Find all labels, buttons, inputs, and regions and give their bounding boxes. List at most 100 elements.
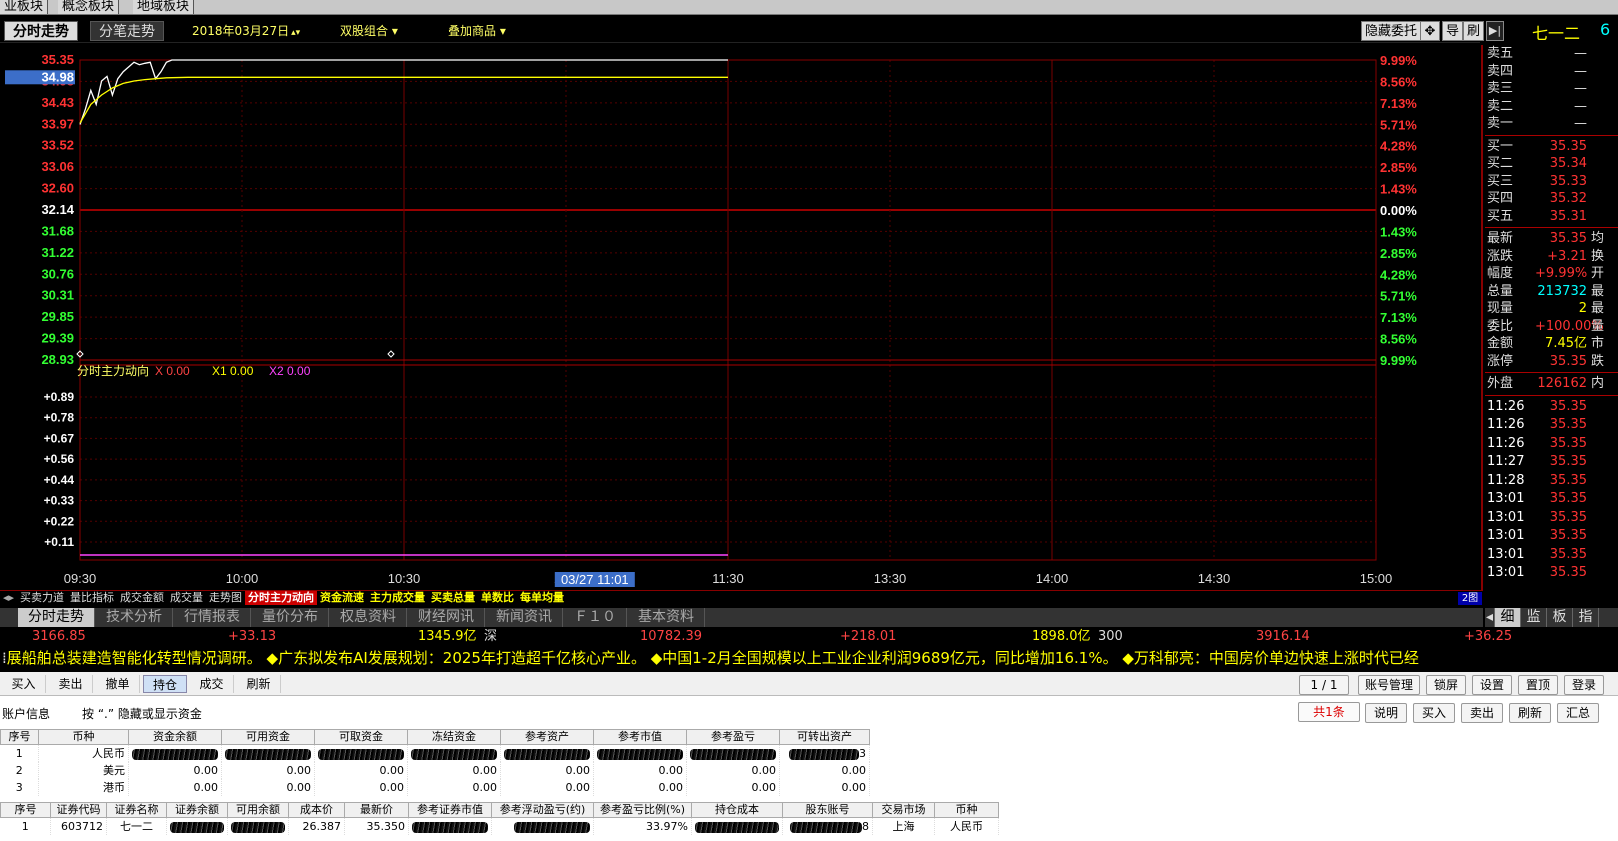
account-action-button[interactable]: 汇总 bbox=[1557, 703, 1599, 723]
ask-level-label: 卖五 bbox=[1487, 46, 1514, 61]
fund-column-header[interactable]: 参考市值 bbox=[593, 729, 687, 745]
bottom-tab[interactable]: 分时走势 bbox=[18, 608, 95, 627]
tick-price: 35.35 bbox=[1549, 528, 1587, 543]
fund-column-header[interactable]: 资金余额 bbox=[128, 729, 222, 745]
page-count-badge[interactable]: 2图 bbox=[1458, 592, 1482, 605]
bottom-tab[interactable]: 财经网讯 bbox=[408, 608, 485, 627]
bottom-tab[interactable]: 量价分布 bbox=[252, 608, 329, 627]
hold-column-header[interactable]: 币种 bbox=[934, 802, 999, 818]
move-icon[interactable]: ✥ bbox=[1420, 21, 1440, 41]
hold-column-header[interactable]: 参考浮动盈亏(约) bbox=[491, 802, 594, 818]
hold-column-header[interactable]: 最新价 bbox=[344, 802, 409, 818]
hold-column-header[interactable]: 证券名称 bbox=[106, 802, 167, 818]
refresh-button[interactable]: 刷 bbox=[1463, 21, 1485, 41]
price-tick-label: 32.14 bbox=[41, 202, 74, 217]
fund-row[interactable]: 1 人民币 3 bbox=[0, 744, 870, 762]
bottom-tab[interactable]: 技术分析 bbox=[96, 608, 173, 627]
pct-tick-label: 0.00% bbox=[1380, 203, 1417, 218]
indicator-tab[interactable]: 每单均量 bbox=[517, 591, 567, 605]
right-tab[interactable]: 细 bbox=[1495, 608, 1521, 627]
account-action-button[interactable]: 刷新 bbox=[1509, 703, 1551, 723]
industry-board-tab[interactable]: 业板块 bbox=[0, 0, 49, 14]
concept-board-tab[interactable]: 概念板块 bbox=[58, 0, 120, 14]
hold-column-header[interactable]: 持仓成本 bbox=[691, 802, 783, 818]
fund-column-header[interactable]: 币种 bbox=[38, 729, 129, 745]
top-right-button[interactable]: 设置 bbox=[1472, 675, 1512, 695]
top-right-button[interactable]: 锁屏 bbox=[1426, 675, 1466, 695]
hide-orders-button[interactable]: 隐藏委托 bbox=[1361, 21, 1422, 41]
pct-tick-label: 4.28% bbox=[1380, 139, 1417, 154]
fund-column-header[interactable]: 可取资金 bbox=[314, 729, 408, 745]
indicator-tab[interactable]: 分时主力动向 bbox=[245, 591, 318, 605]
fund-column-header[interactable]: 可转出资产 bbox=[779, 729, 870, 745]
hold-column-header[interactable]: 证券代码 bbox=[50, 802, 107, 818]
bottom-tab[interactable]: 新闻资讯 bbox=[486, 608, 563, 627]
dual-stock-dropdown[interactable]: 双股组合 ▾ bbox=[340, 22, 398, 40]
top-right-button[interactable]: 账号管理 bbox=[1358, 675, 1420, 695]
fund-row[interactable]: 3 港币 0.00 0.00 0.00 0.00 0.00 0.00 0.00 0.00 bbox=[0, 779, 870, 796]
trade-button[interactable]: 成交 bbox=[190, 675, 234, 693]
trade-button[interactable]: 撤单 bbox=[96, 675, 140, 693]
indicator-tick-label: +0.44 bbox=[44, 473, 75, 487]
indicator-tab[interactable]: 走势图 bbox=[206, 591, 245, 605]
hold-column-header[interactable]: 可用余额 bbox=[227, 802, 289, 818]
indicator-tab[interactable]: 买卖力道 bbox=[17, 591, 67, 605]
fund-column-header[interactable]: 可用资金 bbox=[221, 729, 315, 745]
top-right-button[interactable]: 登录 bbox=[1564, 675, 1604, 695]
bottom-tab[interactable]: 权息资料 bbox=[330, 608, 407, 627]
bottom-tab[interactable]: Ｆ１０ bbox=[564, 608, 627, 627]
fund-cell: 0.00 bbox=[221, 779, 315, 796]
fund-column-header[interactable]: 参考资产 bbox=[500, 729, 594, 745]
hold-column-header[interactable]: 成本价 bbox=[288, 802, 345, 818]
hold-row[interactable]: 1 603712 七一二 26.387 35.350 33.97% 8 上海 人民币 bbox=[0, 817, 999, 835]
indicator-tab[interactable]: 成交量 bbox=[167, 591, 206, 605]
indicator-tab[interactable]: 量比指标 bbox=[67, 591, 117, 605]
account-action-button[interactable]: 说明 bbox=[1365, 703, 1407, 723]
indicator-tabs-handle: ◂▸ bbox=[3, 591, 15, 604]
indicator-tab[interactable]: 买卖总量 bbox=[428, 591, 478, 605]
quote-stat: 幅度 +9.99% 开 bbox=[1485, 265, 1618, 282]
intraday-chart[interactable]: 35.35 9.99% 34.98 8.56% 34.43 7.13% 33.97 5.71%… bbox=[0, 45, 1483, 590]
bottom-tab[interactable]: 行情报表 bbox=[174, 608, 251, 627]
export-button[interactable]: 导 bbox=[1442, 21, 1464, 41]
ask-level: 卖五 — bbox=[1485, 45, 1618, 62]
right-tab[interactable]: 监 bbox=[1521, 608, 1547, 627]
right-tab[interactable]: 指 bbox=[1573, 608, 1599, 627]
pct-tick-label: 5.71% bbox=[1380, 289, 1417, 304]
overlay-dropdown[interactable]: 叠加商品 ▾ bbox=[448, 22, 506, 40]
news-ticker[interactable]: ⁞展船舶总装建造智能化转型情况调研。 ◆广东拟发布AI发展规划：2025年打造超… bbox=[0, 648, 1618, 669]
hold-column-header[interactable]: 参考盈亏比例(%) bbox=[593, 802, 692, 818]
tab-intraday[interactable]: 分时走势 bbox=[4, 21, 78, 41]
indicator-tick-label: +0.56 bbox=[44, 452, 75, 466]
hold-column-header[interactable]: 股东账号 bbox=[782, 802, 873, 818]
trade-button[interactable]: 卖出 bbox=[49, 675, 93, 693]
account-action-button[interactable]: 卖出 bbox=[1461, 703, 1503, 723]
indicator-tab[interactable]: 单数比 bbox=[478, 591, 517, 605]
indicator-tab[interactable]: 成交金额 bbox=[117, 591, 167, 605]
fund-cell: 0.00 bbox=[779, 779, 870, 796]
hold-column-header[interactable]: 参考证券市值 bbox=[408, 802, 492, 818]
account-action-button[interactable]: 买入 bbox=[1413, 703, 1455, 723]
quote-stat-label: 委比 bbox=[1487, 318, 1514, 334]
fund-column-header[interactable]: 序号 bbox=[0, 729, 39, 745]
fund-column-header[interactable]: 冻结资金 bbox=[407, 729, 501, 745]
ask-level: 卖二 — bbox=[1485, 98, 1618, 115]
hold-column-header[interactable]: 交易市场 bbox=[872, 802, 935, 818]
region-board-tab[interactable]: 地域板块 bbox=[133, 0, 195, 14]
date-selector[interactable]: 2018年03月27日 ▴▾ bbox=[192, 22, 300, 42]
indicator-tab[interactable]: 资金流速 bbox=[317, 591, 367, 605]
tick-time: 13:01 bbox=[1487, 528, 1525, 543]
trade-button[interactable]: 持仓 bbox=[143, 675, 187, 693]
hold-column-header[interactable]: 证券余额 bbox=[166, 802, 228, 818]
bottom-tab[interactable]: 基本资料 bbox=[628, 608, 705, 627]
tab-ticks[interactable]: 分笔走势 bbox=[90, 21, 164, 41]
indicator-tab[interactable]: 主力成交量 bbox=[367, 591, 428, 605]
hold-column-header[interactable]: 序号 bbox=[0, 802, 51, 818]
indicator-value: X2 0.00 bbox=[269, 364, 311, 378]
right-tab[interactable]: 板 bbox=[1547, 608, 1573, 627]
fund-column-header[interactable]: 参考盈亏 bbox=[686, 729, 780, 745]
top-right-button[interactable]: 置顶 bbox=[1518, 675, 1558, 695]
trade-button[interactable]: 刷新 bbox=[237, 675, 281, 693]
fund-row[interactable]: 2 美元 0.00 0.00 0.00 0.00 0.00 0.00 0.00 0.00 bbox=[0, 762, 870, 779]
trade-button[interactable]: 买入 bbox=[2, 675, 46, 693]
